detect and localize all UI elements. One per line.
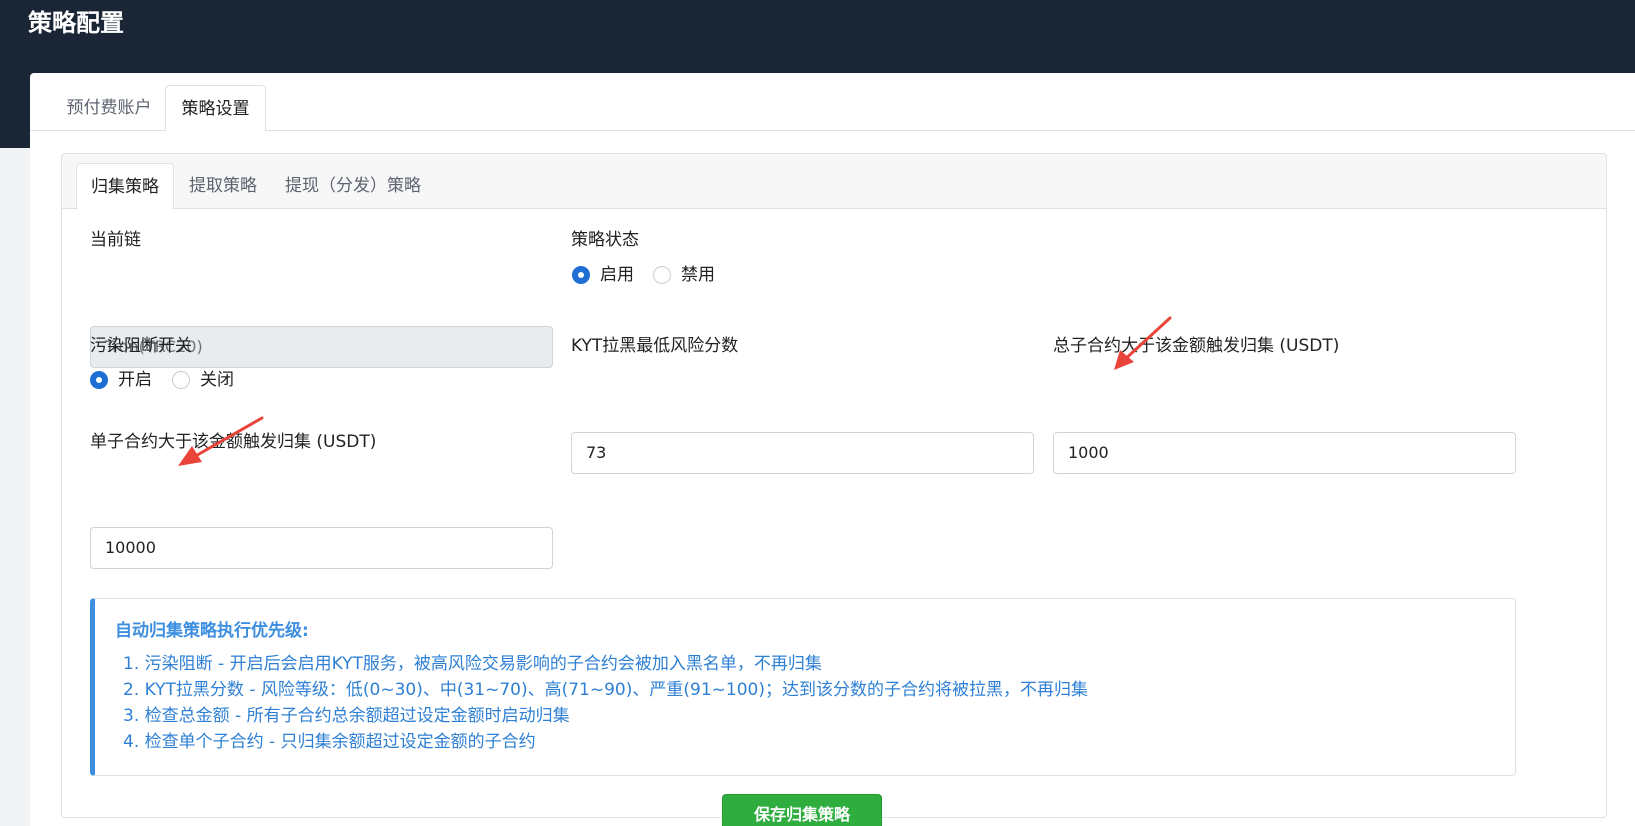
- kyt-score-input[interactable]: 73: [571, 432, 1034, 474]
- info-list: 1. 污染阻断 - 开启后会启用KYT服务，被高风险交易影响的子合约会被加入黑名…: [123, 651, 1088, 755]
- pollution-on-label: 开启: [118, 370, 152, 390]
- priority-info-box: 自动归集策略执行优先级: 1. 污染阻断 - 开启后会启用KYT服务，被高风险交…: [90, 598, 1516, 776]
- pollution-label: 污染阻断开关: [90, 336, 192, 356]
- info-title: 自动归集策略执行优先级:: [115, 621, 309, 641]
- inner-tab-bar: 归集策略 提取策略 提现（分发）策略: [62, 154, 1606, 210]
- info-item: 4. 检查单个子合约 - 只归集余额超过设定金额的子合约: [123, 732, 536, 752]
- save-strategy-button[interactable]: 保存归集策略: [722, 794, 882, 826]
- main-card: 预付费账户 策略设置 归集策略 提取策略 提现（分发）策略 当前链 Tron(T…: [30, 73, 1635, 826]
- pollution-on-radio[interactable]: [90, 371, 108, 389]
- total-threshold-input[interactable]: 1000: [1053, 432, 1516, 474]
- single-threshold-label: 单子合约大于该金额触发归集 (USDT): [90, 432, 377, 452]
- pollution-off-radio[interactable]: [172, 371, 190, 389]
- status-disabled-radio[interactable]: [653, 266, 671, 284]
- strategy-panel: 归集策略 提取策略 提现（分发）策略 当前链 Tron(TRC20) 策略状态 …: [61, 153, 1607, 826]
- tab-withdrawal-strategy[interactable]: 提现（分发）策略: [276, 163, 430, 210]
- status-disabled-label: 禁用: [681, 265, 715, 285]
- status-enabled-label: 启用: [600, 265, 634, 285]
- status-label: 策略状态: [571, 230, 639, 250]
- tab-prepaid-account[interactable]: 预付费账户: [58, 85, 160, 132]
- info-item: 2. KYT拉黑分数 - 风险等级：低(0~30)、中(31~70)、高(71~…: [123, 680, 1088, 700]
- status-enabled-radio[interactable]: [572, 266, 590, 284]
- single-threshold-input[interactable]: 10000: [90, 527, 553, 569]
- chain-label: 当前链: [90, 230, 141, 250]
- tab-collection-strategy[interactable]: 归集策略: [76, 163, 174, 210]
- tab-strategy-settings[interactable]: 策略设置: [165, 85, 266, 132]
- tab-extraction-strategy[interactable]: 提取策略: [180, 163, 266, 210]
- outer-tab-bar: 预付费账户 策略设置: [30, 73, 1635, 132]
- info-item: 3. 检查总金额 - 所有子合约总余额超过设定金额时启动归集: [123, 706, 570, 726]
- total-threshold-label: 总子合约大于该金额触发归集 (USDT): [1053, 336, 1340, 356]
- page-title: 策略配置: [28, 9, 124, 37]
- info-item: 1. 污染阻断 - 开启后会启用KYT服务，被高风险交易影响的子合约会被加入黑名…: [123, 654, 822, 674]
- pollution-off-label: 关闭: [200, 370, 234, 390]
- kyt-label: KYT拉黑最低风险分数: [571, 336, 739, 356]
